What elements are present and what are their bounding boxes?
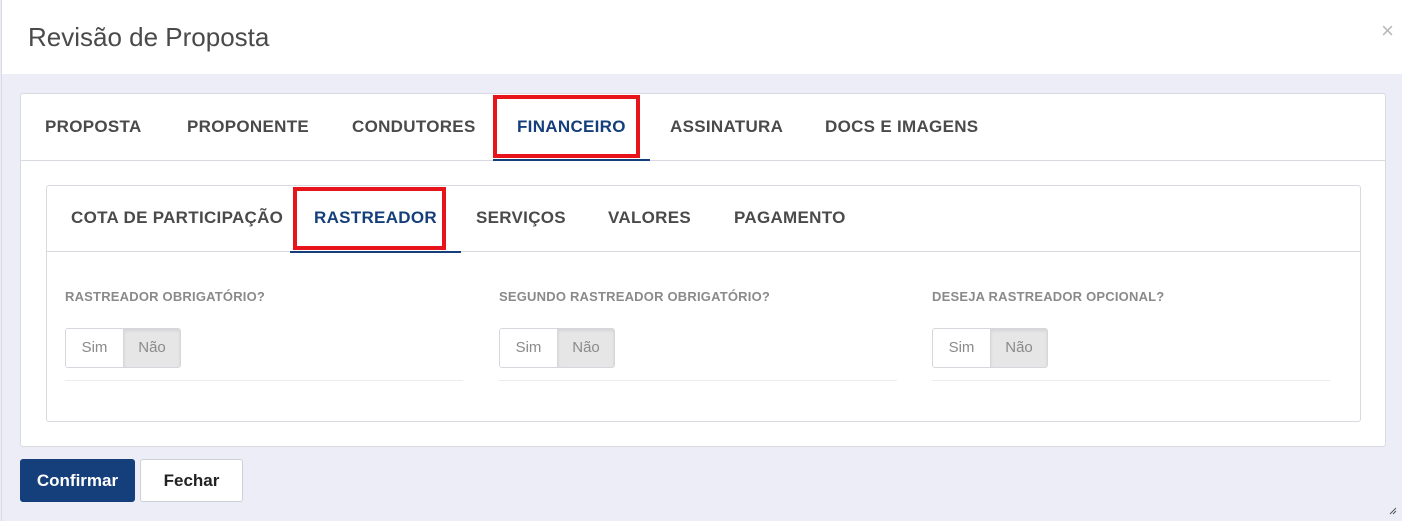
field-segundo-rastreador-obrigatorio: SEGUNDO RASTREADOR OBRIGATÓRIO? Sim Não bbox=[499, 289, 897, 381]
subtab-rastreador[interactable]: RASTREADOR bbox=[290, 186, 461, 253]
tab-docs-e-imagens[interactable]: DOCS E IMAGENS bbox=[825, 94, 978, 161]
yes-no-toggle: Sim Não bbox=[932, 328, 1048, 368]
sub-tabs: COTA DE PARTICIPAÇÃO RASTREADOR SERVIÇOS… bbox=[47, 186, 1360, 253]
close-icon[interactable]: × bbox=[1381, 20, 1394, 42]
modal-title: Revisão de Proposta bbox=[28, 22, 270, 52]
field-label: SEGUNDO RASTREADOR OBRIGATÓRIO? bbox=[499, 289, 771, 304]
subtab-cota-de-participacao[interactable]: COTA DE PARTICIPAÇÃO bbox=[71, 186, 283, 252]
confirm-button[interactable]: Confirmar bbox=[20, 459, 135, 502]
modal-header: Revisão de Proposta × bbox=[2, 0, 1402, 74]
tab-assinatura[interactable]: ASSINATURA bbox=[670, 94, 783, 161]
field-label: RASTREADOR OBRIGATÓRIO? bbox=[65, 289, 266, 304]
toggle-option-nao[interactable]: Não bbox=[990, 329, 1047, 367]
main-tabs: PROPOSTA PROPONENTE CONDUTORES FINANCEIR… bbox=[21, 94, 1385, 161]
tab-financeiro[interactable]: FINANCEIRO bbox=[493, 94, 650, 161]
subtab-pagamento[interactable]: PAGAMENTO bbox=[734, 186, 846, 252]
toggle-option-nao[interactable]: Não bbox=[123, 329, 180, 367]
tab-proposta[interactable]: PROPOSTA bbox=[45, 94, 142, 161]
close-button[interactable]: Fechar bbox=[140, 459, 243, 502]
toggle-option-sim[interactable]: Sim bbox=[933, 329, 990, 367]
proposal-card: PROPOSTA PROPONENTE CONDUTORES FINANCEIR… bbox=[20, 93, 1386, 447]
tab-condutores[interactable]: CONDUTORES bbox=[352, 94, 476, 161]
field-deseja-rastreador-opcional: DESEJA RASTREADOR OPCIONAL? Sim Não bbox=[932, 289, 1330, 381]
subtab-valores[interactable]: VALORES bbox=[608, 186, 691, 252]
yes-no-toggle: Sim Não bbox=[65, 328, 181, 368]
toggle-option-nao[interactable]: Não bbox=[557, 329, 614, 367]
resize-handle-icon[interactable] bbox=[1389, 507, 1397, 515]
toggle-option-sim[interactable]: Sim bbox=[66, 329, 123, 367]
proposal-review-modal: Revisão de Proposta × PROPOSTA PROPONENT… bbox=[1, 0, 1402, 521]
field-label: DESEJA RASTREADOR OPCIONAL? bbox=[932, 289, 1165, 304]
field-rastreador-obrigatorio: RASTREADOR OBRIGATÓRIO? Sim Não bbox=[65, 289, 463, 381]
yes-no-toggle: Sim Não bbox=[499, 328, 615, 368]
tab-proponente[interactable]: PROPONENTE bbox=[187, 94, 309, 161]
subtab-servicos[interactable]: SERVIÇOS bbox=[476, 186, 566, 252]
financeiro-panel: COTA DE PARTICIPAÇÃO RASTREADOR SERVIÇOS… bbox=[46, 185, 1361, 422]
toggle-option-sim[interactable]: Sim bbox=[500, 329, 557, 367]
